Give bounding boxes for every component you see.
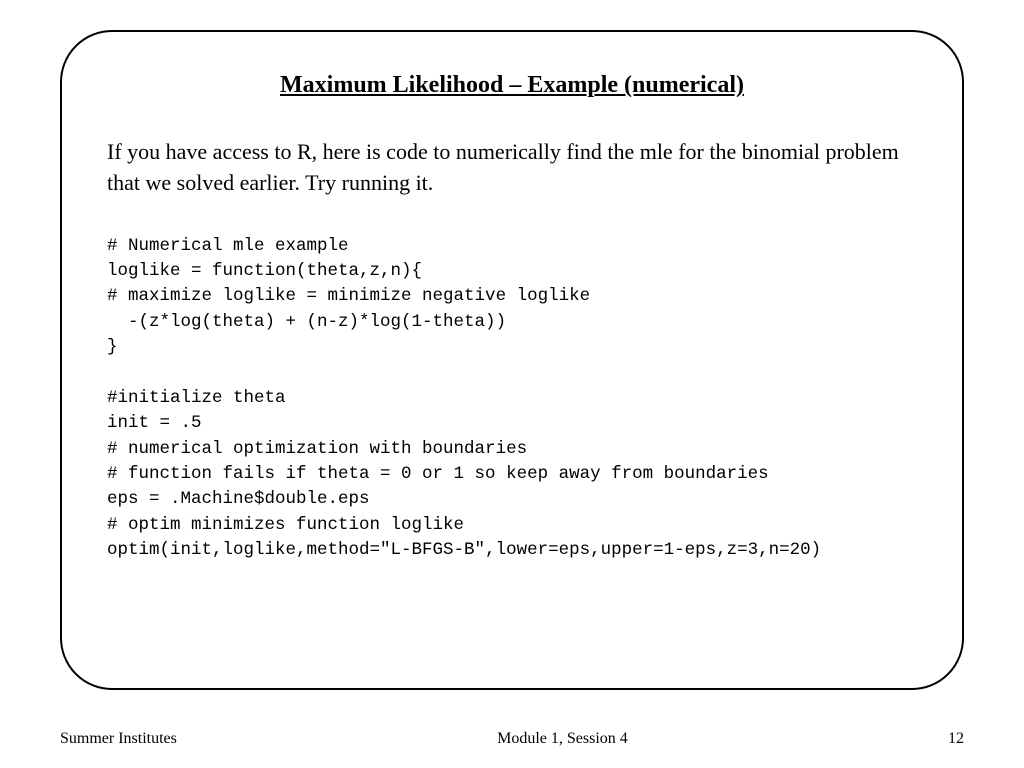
footer: Summer Institutes Module 1, Session 4 12 — [60, 730, 964, 748]
slide-page: Maximum Likelihood – Example (numerical)… — [0, 0, 1024, 768]
footer-center: Module 1, Session 4 — [177, 730, 948, 748]
intro-paragraph: If you have access to R, here is code to… — [107, 137, 917, 199]
code-block: # Numerical mle example loglike = functi… — [107, 234, 917, 564]
page-number: 12 — [948, 730, 964, 748]
footer-left: Summer Institutes — [60, 730, 177, 748]
slide-title: Maximum Likelihood – Example (numerical) — [107, 72, 917, 99]
slide-frame: Maximum Likelihood – Example (numerical)… — [60, 30, 964, 690]
